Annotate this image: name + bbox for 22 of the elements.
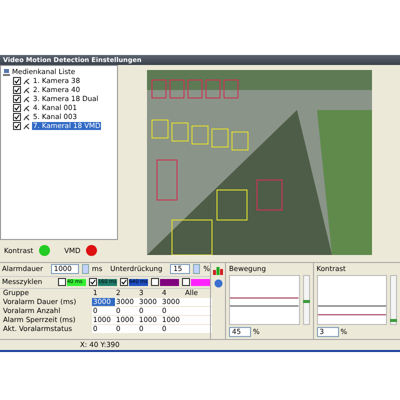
checkbox[interactable]	[13, 104, 21, 112]
table-cell[interactable]	[184, 316, 212, 324]
checkbox[interactable]	[13, 113, 21, 121]
table-cell[interactable]	[184, 298, 212, 306]
checkbox[interactable]	[13, 86, 21, 94]
slider-thumb[interactable]	[302, 300, 310, 304]
checkbox[interactable]	[151, 278, 159, 286]
checkbox[interactable]	[13, 77, 21, 85]
computer-icon	[3, 68, 10, 76]
level-graph	[316, 274, 387, 325]
table-cell[interactable]	[184, 324, 212, 333]
bar-chart-icon[interactable]	[213, 266, 223, 275]
checkbox[interactable]	[120, 278, 128, 286]
slider-thumb[interactable]	[390, 319, 397, 322]
checkbox[interactable]	[182, 278, 190, 286]
table-cell[interactable]	[184, 306, 212, 315]
checkbox[interactable]	[58, 278, 66, 286]
checkbox[interactable]	[89, 278, 97, 286]
level-graph	[229, 274, 300, 325]
checkbox[interactable]	[13, 95, 21, 103]
globe-icon[interactable]	[214, 278, 222, 288]
checkbox[interactable]	[13, 122, 21, 130]
